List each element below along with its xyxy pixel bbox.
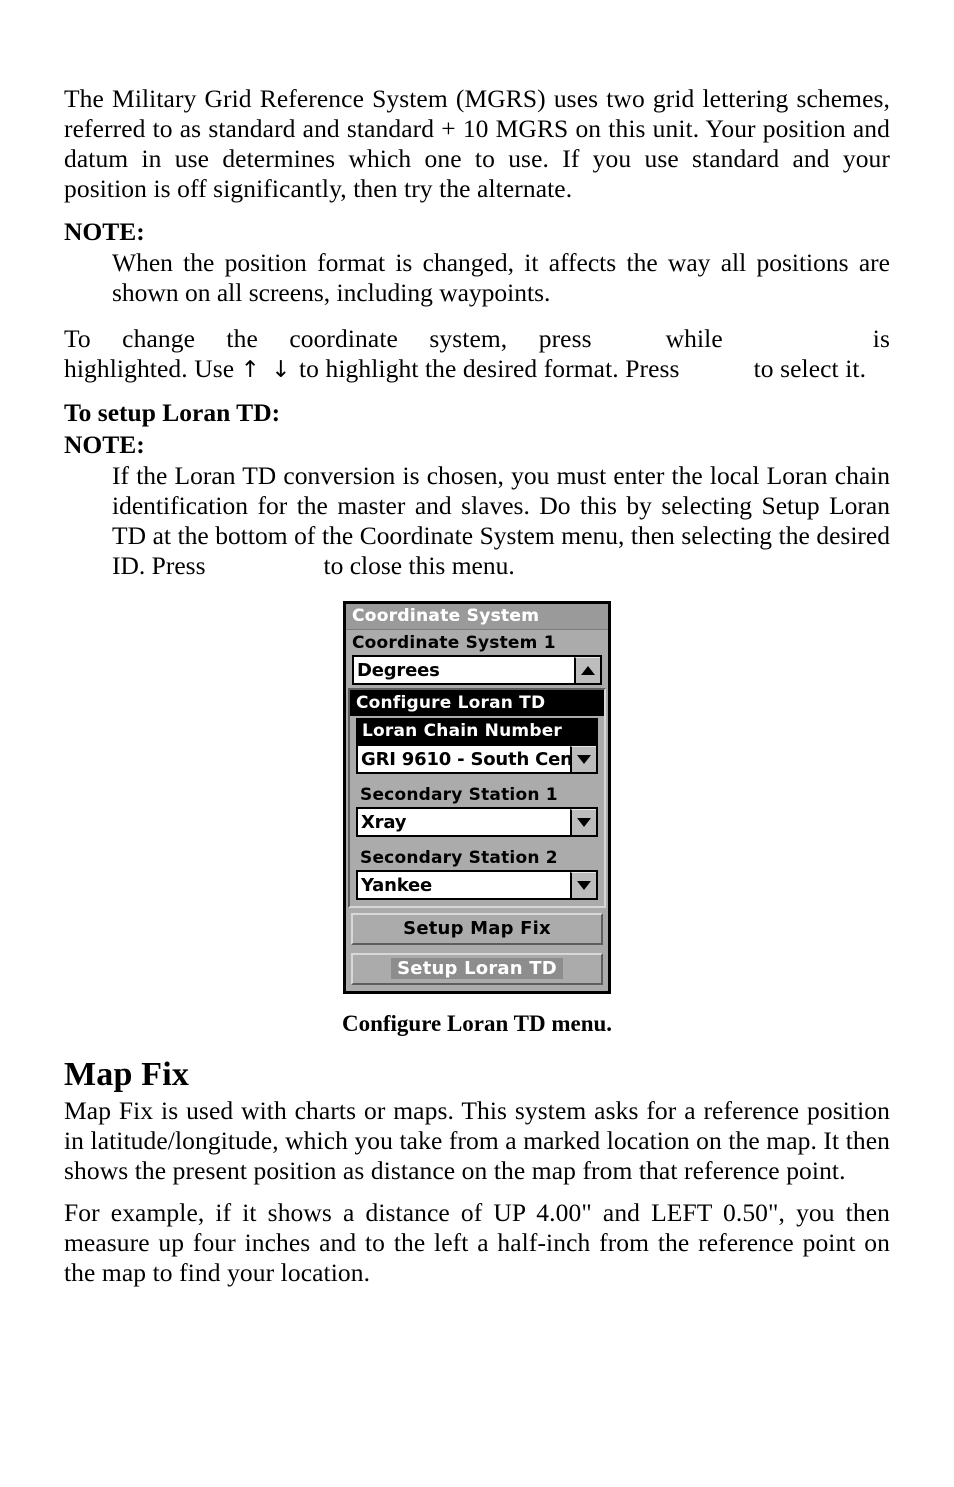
up-arrow-icon[interactable] xyxy=(574,657,600,683)
gps-menu-screenshot: Coordinate System Coordinate System 1 De… xyxy=(343,601,611,994)
change-coord-part2: while xyxy=(665,324,723,353)
value-secondary-station-2: Yankee xyxy=(361,874,433,896)
change-coord-part5: to select it. xyxy=(753,354,867,383)
paragraph-mgrs: The Military Grid Reference System (MGRS… xyxy=(64,84,890,203)
setup-loran-td-button-label: Setup Loran TD xyxy=(391,958,563,979)
note-label-2: NOTE: xyxy=(64,430,145,459)
change-coord-part1: To change the coordinate system, press xyxy=(64,324,592,353)
dropdown-secondary-station-2[interactable]: Yankee xyxy=(356,870,598,900)
note-text-2-part-b: to close this menu. xyxy=(323,551,515,580)
label-secondary-station-1: Secondary Station 1 xyxy=(360,785,558,805)
field-coordinate-system-1[interactable]: Degrees xyxy=(352,655,602,685)
dropdown-loran-chain-number[interactable]: GRI 9610 - South Central xyxy=(356,744,598,774)
chevron-down-icon[interactable] xyxy=(570,746,596,772)
value-loran-chain-number: GRI 9610 - South Central xyxy=(361,748,598,770)
chevron-down-icon[interactable] xyxy=(570,809,596,835)
paragraph-change-coordinate-system: To change the coordinate system, press wh… xyxy=(64,324,890,385)
dropdown-secondary-station-1[interactable]: Xray xyxy=(356,807,598,837)
setup-loran-td-button[interactable]: Setup Loran TD xyxy=(351,953,603,985)
document-page: The Military Grid Reference System (MGRS… xyxy=(64,84,890,1288)
value-coordinate-system-1: Degrees xyxy=(357,659,440,681)
up-down-arrow-glyphs: ↑ ↓ xyxy=(240,357,293,383)
figure-caption: Configure Loran TD menu. xyxy=(341,1011,613,1036)
chevron-down-icon[interactable] xyxy=(570,872,596,898)
label-loran-chain-number: Loran Chain Number xyxy=(356,718,598,744)
paragraph-map-fix-1: Map Fix is used with charts or maps. Thi… xyxy=(64,1096,890,1185)
note-label-1: NOTE: xyxy=(64,217,145,246)
menu-titlebar: Coordinate System xyxy=(346,604,608,630)
section-heading-map-fix: Map Fix xyxy=(64,1056,190,1093)
value-secondary-station-1: Xray xyxy=(361,811,407,833)
note-text-1: When the position format is changed, it … xyxy=(112,248,890,307)
figure-configure-loran-td: Coordinate System Coordinate System 1 De… xyxy=(64,601,890,994)
subhead-setup-loran-td: To setup Loran TD: xyxy=(64,398,281,427)
label-secondary-station-2: Secondary Station 2 xyxy=(360,848,558,868)
paragraph-map-fix-2: For example, if it shows a distance of U… xyxy=(64,1198,890,1287)
change-coord-part4: to highlight the desired format. Press xyxy=(299,354,680,383)
note-text-2: If the Loran TD conversion is chosen, yo… xyxy=(64,461,890,581)
label-coordinate-system-1: Coordinate System 1 xyxy=(352,633,556,653)
header-configure-loran-td: Configure Loran TD xyxy=(350,690,604,716)
setup-map-fix-button[interactable]: Setup Map Fix xyxy=(351,913,603,945)
configure-loran-td-panel: Configure Loran TD Loran Chain Number GR… xyxy=(348,688,606,908)
